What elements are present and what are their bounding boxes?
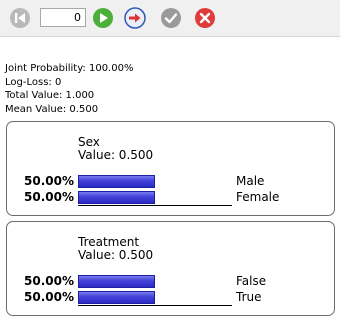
step-input[interactable] xyxy=(40,8,86,27)
node-title: Treatment xyxy=(78,235,140,249)
state-label: True xyxy=(236,290,262,304)
joint-probability: Joint Probability: 100.00% xyxy=(5,63,134,74)
probability-bar-track xyxy=(78,291,232,304)
total-value: Total Value: 1.000 xyxy=(5,90,95,102)
state-percent: 50.00% xyxy=(24,190,74,204)
step-forward-icon xyxy=(124,7,146,29)
bar-baseline xyxy=(78,205,232,206)
state-row-female[interactable]: 50.00% Female xyxy=(7,189,334,205)
play-button[interactable] xyxy=(92,7,114,29)
node-panel-sex[interactable]: Sex Value: 0.500 50.00% Male 50.00% Fema… xyxy=(6,121,335,216)
probability-bar xyxy=(78,191,155,204)
probability-bar-track xyxy=(78,175,232,188)
state-row-true[interactable]: 50.00% True xyxy=(7,289,334,305)
state-row-male[interactable]: 50.00% Male xyxy=(7,173,334,189)
node-value: Value: 0.500 xyxy=(78,148,154,162)
state-row-false[interactable]: 50.00% False xyxy=(7,273,334,289)
probability-bar xyxy=(78,291,155,304)
state-percent: 50.00% xyxy=(24,274,74,288)
check-icon xyxy=(161,8,181,28)
probability-bar-track xyxy=(78,275,232,288)
state-percent: 50.00% xyxy=(24,290,74,304)
probability-bar xyxy=(78,175,155,188)
cancel-icon xyxy=(195,8,215,28)
stats-summary: Joint Probability: 100.00% Log-Loss: 0 T… xyxy=(5,62,133,116)
cancel-button[interactable] xyxy=(194,7,216,29)
play-icon xyxy=(93,8,113,28)
node-panel-treatment[interactable]: Treatment Value: 0.500 50.00% False 50.0… xyxy=(6,221,335,316)
first-step-button[interactable] xyxy=(9,7,31,29)
toolbar xyxy=(0,0,340,37)
check-button[interactable] xyxy=(160,7,182,29)
state-percent: 50.00% xyxy=(24,174,74,188)
first-step-icon xyxy=(10,8,30,28)
log-loss: Log-Loss: 0 xyxy=(5,76,62,88)
state-label: Female xyxy=(236,190,280,204)
bar-baseline xyxy=(78,305,232,306)
node-value: Value: 0.500 xyxy=(78,248,154,262)
probability-bar-track xyxy=(78,191,232,204)
state-label: False xyxy=(236,274,267,288)
probability-bar xyxy=(78,275,155,288)
node-title: Sex xyxy=(78,135,100,149)
step-forward-button[interactable] xyxy=(124,7,146,29)
state-label: Male xyxy=(236,174,265,188)
mean-value: Mean Value: 0.500 xyxy=(5,103,99,115)
